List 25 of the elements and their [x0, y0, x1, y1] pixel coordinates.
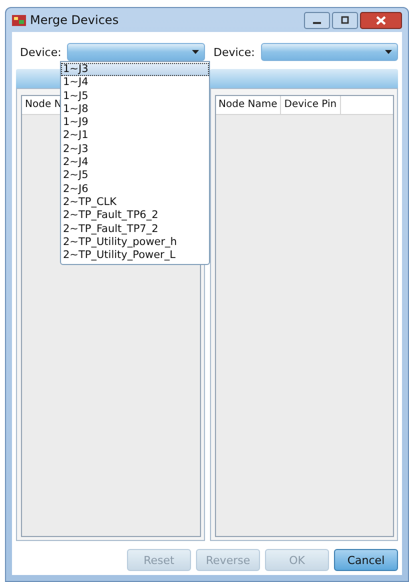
device-label: Device:: [212, 46, 256, 58]
column-header: Node Name: [216, 96, 282, 114]
maximize-icon[interactable]: [332, 12, 358, 28]
close-icon[interactable]: [360, 12, 402, 28]
dropdown-item[interactable]: 1~J9: [61, 116, 209, 130]
dropdown-item[interactable]: 2~TP_Fault_TP6_2: [61, 209, 209, 223]
minimize-icon[interactable]: [304, 12, 330, 28]
dropdown-item[interactable]: 2~TP_Utility_Power_L: [61, 249, 209, 262]
dropdown-item[interactable]: 2~TP_Utility_power_h: [61, 236, 209, 250]
dropdown-item[interactable]: 1~J4: [61, 76, 209, 90]
dropdown-item[interactable]: 2~J5: [61, 169, 209, 183]
dropdown-item[interactable]: 2~TP_CLK: [61, 196, 209, 210]
dropdown-arrow-icon: [192, 50, 198, 54]
app-icon: [12, 14, 26, 26]
dropdown-item[interactable]: 2~J6: [61, 182, 209, 196]
dropdown-item[interactable]: 2~J1: [61, 129, 209, 143]
dropdown-item[interactable]: 1~J3: [61, 63, 209, 76]
cancel-button[interactable]: Cancel: [334, 549, 398, 571]
window-title: Merge Devices: [30, 13, 120, 27]
dropdown-item[interactable]: 2~J3: [61, 142, 209, 156]
dropdown-item[interactable]: 2~J4: [61, 156, 209, 170]
column-header: Device Pin: [281, 96, 341, 114]
dropdown-arrow-icon: [385, 50, 392, 54]
device-label: Device:: [19, 46, 62, 58]
dropdown-item[interactable]: 2~TP_Fault_TP7_2: [61, 222, 209, 236]
